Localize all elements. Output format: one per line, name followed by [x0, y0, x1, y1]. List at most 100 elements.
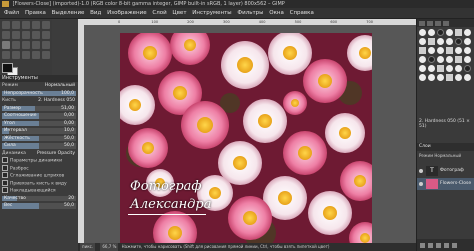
gradient-tool-icon[interactable]: [32, 51, 40, 59]
paintbrush-tool-icon[interactable]: [2, 41, 10, 49]
dynamics-options-row[interactable]: Параметры динамики: [0, 157, 78, 165]
brush-item[interactable]: [428, 29, 435, 36]
menu-select[interactable]: Выделение: [52, 10, 85, 16]
zoom-select[interactable]: 66,7 %: [100, 243, 119, 251]
fg-bg-colors[interactable]: [2, 63, 18, 77]
menu-help[interactable]: Справка: [290, 10, 314, 16]
airbrush-tool-icon[interactable]: [42, 51, 50, 59]
brush-item[interactable]: [428, 65, 435, 72]
color-picker-tool-icon[interactable]: [2, 51, 10, 59]
warp-tool-icon[interactable]: [12, 31, 20, 39]
brush-item[interactable]: [437, 65, 444, 72]
mode-row[interactable]: Режим Нормальный: [0, 82, 78, 90]
dynamics-options-expander[interactable]: [2, 157, 8, 163]
layers-mode[interactable]: Режим Нормальный: [419, 153, 461, 158]
force-slider[interactable]: Сила 50,0: [2, 143, 76, 149]
brush-item[interactable]: [464, 56, 471, 63]
visibility-eye-icon[interactable]: [419, 182, 423, 186]
raise-layer-icon[interactable]: [428, 242, 433, 248]
fonts-tab-icon[interactable]: [435, 20, 441, 26]
jitter-checkbox[interactable]: [2, 164, 8, 171]
brush-item[interactable]: [428, 38, 435, 45]
brush-item[interactable]: [437, 38, 444, 45]
brush-item[interactable]: [419, 65, 426, 72]
size-row[interactable]: Размер 51,00: [0, 105, 78, 113]
angle-row[interactable]: Угол 0,00: [0, 120, 78, 128]
brush-row[interactable]: Кисть 2. Hardness 050: [0, 97, 78, 105]
zoom-tool-icon[interactable]: [12, 51, 20, 59]
angle-slider[interactable]: Угол 0,00: [2, 120, 76, 126]
brush-item[interactable]: [455, 56, 462, 63]
incremental-checkbox[interactable]: [2, 187, 8, 193]
incremental-row[interactable]: Накладывающийся: [0, 187, 78, 195]
brush-select[interactable]: 2. Hardness 050: [38, 97, 75, 105]
lasso-tool-icon[interactable]: [22, 21, 30, 29]
measure-tool-icon[interactable]: [22, 51, 30, 59]
transform-tool-icon[interactable]: [2, 31, 10, 39]
brushes-tab-icon[interactable]: [419, 20, 425, 26]
lower-layer-icon[interactable]: [436, 242, 441, 248]
brush-item[interactable]: [437, 29, 444, 36]
brush-item[interactable]: [428, 56, 435, 63]
smooth-checkbox[interactable]: [2, 172, 8, 178]
foreground-color-swatch[interactable]: [2, 63, 13, 73]
menu-view[interactable]: Вид: [90, 10, 101, 16]
dynamics-select[interactable]: Pressure Opacity: [37, 150, 75, 158]
rect-select-tool-icon[interactable]: [12, 21, 20, 29]
size-slider[interactable]: Размер 51,00: [2, 105, 76, 111]
move-tool-icon[interactable]: [2, 21, 10, 29]
brush-item[interactable]: [446, 29, 453, 36]
photo-caption-line2[interactable]: Александра: [130, 197, 212, 212]
hardness-row[interactable]: Жёсткость 50,0: [0, 135, 78, 143]
brush-item[interactable]: [464, 65, 471, 72]
brush-item[interactable]: [437, 56, 444, 63]
menu-filters[interactable]: Фильтры: [237, 10, 263, 16]
spacing-row[interactable]: Интервал 10,0: [0, 127, 78, 135]
brush-item[interactable]: [455, 47, 462, 54]
force-row[interactable]: Сила 50,0: [0, 142, 78, 150]
aspect-row[interactable]: Соотношение 0,00: [0, 112, 78, 120]
brush-item[interactable]: [455, 38, 462, 45]
brush-item[interactable]: [428, 74, 435, 81]
brush-item[interactable]: [455, 65, 462, 72]
canvas-area[interactable]: Фотограф Александра: [84, 25, 416, 243]
menu-colors[interactable]: Цвет: [172, 10, 186, 16]
eraser-tool-icon[interactable]: [12, 41, 20, 49]
brush-item[interactable]: [446, 56, 453, 63]
visibility-eye-icon[interactable]: [419, 169, 423, 173]
layer-row[interactable]: T Фотограф: [417, 165, 474, 177]
brush-item[interactable]: [419, 47, 426, 54]
quality-row[interactable]: Качество 20: [0, 195, 78, 203]
unit-select[interactable]: пикс.: [80, 243, 96, 251]
duplicate-layer-icon[interactable]: [444, 242, 449, 248]
text-tool-icon[interactable]: [32, 31, 40, 39]
opacity-slider[interactable]: Непрозрачность 100,0: [2, 90, 76, 96]
brush-item[interactable]: [464, 29, 471, 36]
delete-layer-icon[interactable]: [452, 242, 457, 248]
history-tab-icon[interactable]: [443, 20, 449, 26]
spacing-slider[interactable]: Интервал 10,0: [2, 128, 76, 134]
crop-tool-icon[interactable]: [42, 21, 50, 29]
hardness-slider[interactable]: Жёсткость 50,0: [2, 135, 76, 141]
menu-layer[interactable]: Слой: [152, 10, 166, 16]
brush-item[interactable]: [464, 47, 471, 54]
weight-row[interactable]: Вес 50,0: [0, 202, 78, 210]
jitter-row[interactable]: Разброс: [0, 164, 78, 173]
brush-item[interactable]: [437, 74, 444, 81]
patterns-tab-icon[interactable]: [427, 20, 433, 26]
brush-item[interactable]: [437, 47, 444, 54]
menu-image[interactable]: Изображение: [107, 10, 147, 16]
mode-select[interactable]: Нормальный: [45, 82, 75, 90]
menu-tools[interactable]: Инструменты: [192, 10, 231, 16]
brush-item[interactable]: [446, 47, 453, 54]
brush-item[interactable]: [428, 47, 435, 54]
brush-item[interactable]: [446, 74, 453, 81]
new-layer-icon[interactable]: [420, 242, 425, 248]
lock-brush-checkbox[interactable]: [2, 179, 8, 186]
brush-item[interactable]: [455, 74, 462, 81]
layer-row[interactable]: Flowers-Close: [417, 178, 474, 190]
dynamics-row[interactable]: Динамика Pressure Opacity: [0, 150, 78, 158]
brush-item[interactable]: [446, 65, 453, 72]
opacity-row[interactable]: Непрозрачность 100,0: [0, 90, 78, 98]
smooth-row[interactable]: Сглаживание штрихов: [0, 172, 78, 180]
